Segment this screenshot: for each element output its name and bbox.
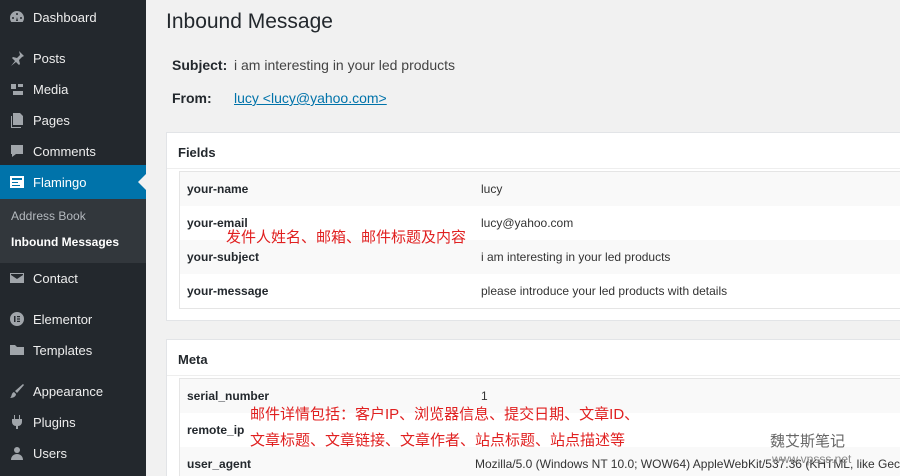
flamingo-icon xyxy=(9,174,25,190)
folder-icon xyxy=(9,342,25,358)
media-icon xyxy=(9,81,25,97)
sidebar-item-appearance[interactable]: Appearance xyxy=(0,374,146,408)
dashboard-icon xyxy=(9,9,25,25)
sidebar-item-label: Pages xyxy=(33,112,70,128)
sidebar-item-flamingo[interactable]: Flamingo xyxy=(0,165,146,199)
sidebar-item-users[interactable]: Users xyxy=(0,436,146,470)
users-icon xyxy=(9,445,25,461)
fields-annotation: 发件人姓名、邮箱、邮件标题及内容 xyxy=(226,229,467,246)
sidebar-item-label: Contact xyxy=(33,270,78,286)
from-label: From: xyxy=(172,90,212,106)
submenu-address-book[interactable]: Address Book xyxy=(11,209,86,223)
main-content: Inbound Message Subject: i am interestin… xyxy=(146,0,900,476)
sidebar-item-label: Posts xyxy=(33,50,66,66)
sidebar-item-elementor[interactable]: Elementor xyxy=(0,302,146,336)
field-value: please introduce your led products with … xyxy=(481,284,728,298)
sidebar-item-templates[interactable]: Templates xyxy=(0,333,146,367)
field-key: your-subject xyxy=(187,250,260,264)
meta-heading: Meta xyxy=(167,340,900,376)
field-value: i am interesting in your led products xyxy=(481,250,671,264)
meta-annotation-line2: 文章标题、文章链接、文章作者、站点标题、站点描述等 xyxy=(250,432,626,449)
field-key: your-name xyxy=(187,182,249,196)
submenu-inbound-messages[interactable]: Inbound Messages xyxy=(11,235,119,249)
brush-icon xyxy=(9,383,25,399)
fields-heading: Fields xyxy=(167,133,900,169)
sidebar-item-posts[interactable]: Posts xyxy=(0,41,146,75)
plugin-icon xyxy=(9,414,25,430)
envelope-icon xyxy=(9,270,25,286)
sidebar-item-label: Templates xyxy=(33,342,93,358)
sidebar-item-label: Comments xyxy=(33,143,96,159)
meta-key: user_agent xyxy=(187,457,252,471)
from-row: From: lucy <lucy@yahoo.com> xyxy=(172,90,387,106)
subject-label: Subject: xyxy=(172,57,228,73)
pin-icon xyxy=(9,50,25,66)
subject-row: Subject: i am interesting in your led pr… xyxy=(172,57,455,73)
meta-annotation-line1: 邮件详情包括：客户IP、浏览器信息、提交日期、文章ID、 xyxy=(250,406,640,423)
sidebar-item-pages[interactable]: Pages xyxy=(0,103,146,137)
pages-icon xyxy=(9,112,25,128)
table-row: your-message please introduce your led p… xyxy=(180,274,900,308)
meta-key: serial_number xyxy=(187,389,270,403)
meta-value: 1 xyxy=(481,389,488,403)
sidebar-item-label: Appearance xyxy=(33,383,104,399)
subject-value: i am interesting in your led products xyxy=(234,57,455,73)
watermark-url: www.vpsss.net xyxy=(772,452,852,466)
comment-icon xyxy=(9,143,25,159)
admin-sidebar: Dashboard Posts Media Pages Comments Fla… xyxy=(0,0,146,476)
page-title: Inbound Message xyxy=(166,10,333,33)
sidebar-item-label: Elementor xyxy=(33,311,93,327)
sidebar-item-plugins[interactable]: Plugins xyxy=(0,405,146,439)
table-row: your-name lucy xyxy=(180,172,900,206)
sidebar-item-dashboard[interactable]: Dashboard xyxy=(0,0,146,34)
sidebar-item-label: Media xyxy=(33,81,69,97)
sidebar-item-label: Plugins xyxy=(33,414,76,430)
sidebar-item-contact[interactable]: Contact xyxy=(0,261,146,295)
sidebar-item-comments[interactable]: Comments xyxy=(0,134,146,168)
flamingo-submenu: Address Book Inbound Messages xyxy=(0,199,146,263)
watermark-name: 魏艾斯笔记 xyxy=(770,433,846,450)
field-value: lucy xyxy=(481,182,503,196)
field-value: lucy@yahoo.com xyxy=(481,216,574,230)
from-email-link[interactable]: lucy <lucy@yahoo.com> xyxy=(234,90,387,106)
sidebar-item-media[interactable]: Media xyxy=(0,72,146,106)
sidebar-item-label: Users xyxy=(33,445,67,461)
sidebar-item-label: Dashboard xyxy=(33,9,97,25)
field-key: your-message xyxy=(187,284,269,298)
elementor-icon xyxy=(9,311,25,327)
sidebar-item-label: Flamingo xyxy=(33,174,87,190)
